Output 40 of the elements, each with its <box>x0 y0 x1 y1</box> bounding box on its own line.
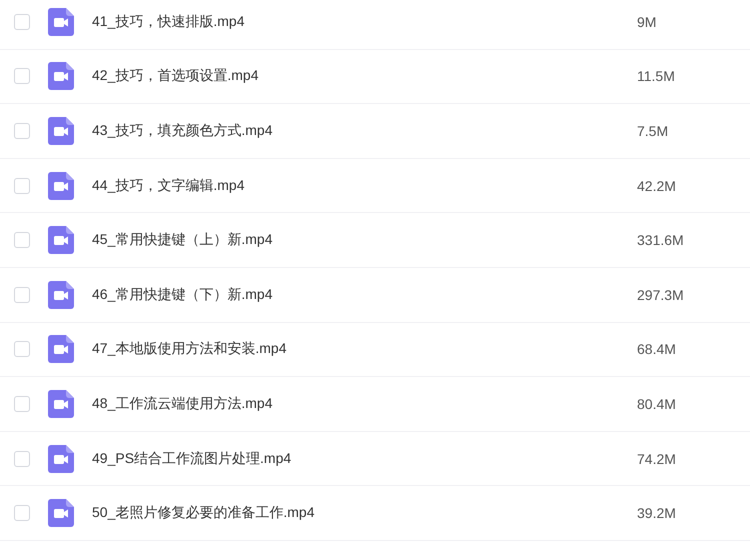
file-size: 331.6M <box>637 232 684 248</box>
file-size: 11.5M <box>637 68 675 84</box>
video-file-icon <box>48 226 74 254</box>
checkbox[interactable] <box>14 396 30 412</box>
file-size: 80.4M <box>637 396 676 412</box>
checkbox[interactable] <box>14 68 30 84</box>
file-name[interactable]: 43_技巧，填充颜色方式.mp4 <box>92 122 632 140</box>
file-size: 39.2M <box>637 505 676 522</box>
file-size: 9M <box>637 14 656 30</box>
file-name[interactable]: 48_工作流云端使用方法.mp4 <box>92 394 632 413</box>
video-file-icon <box>48 280 74 309</box>
video-file-icon <box>48 172 74 200</box>
video-file-icon <box>48 499 74 528</box>
file-size: 42.2M <box>637 178 676 194</box>
file-size: 7.5M <box>637 122 668 139</box>
video-file-icon <box>48 62 74 90</box>
checkbox[interactable] <box>14 286 30 303</box>
checkbox[interactable] <box>14 14 30 30</box>
checkbox[interactable] <box>14 122 30 139</box>
file-size: 68.4M <box>637 341 676 358</box>
checkbox[interactable] <box>14 341 30 358</box>
file-name[interactable]: 49_PS结合工作流图片处理.mp4 <box>92 450 632 468</box>
checkbox[interactable] <box>14 450 30 467</box>
video-file-icon <box>48 335 74 364</box>
file-size: 297.3M <box>637 286 684 303</box>
file-name[interactable]: 44_技巧，文字编辑.mp4 <box>92 176 632 195</box>
checkbox[interactable] <box>14 505 30 522</box>
checkbox[interactable] <box>14 232 30 248</box>
file-name[interactable]: 46_常用快捷键（下）新.mp4 <box>92 286 632 304</box>
file-name[interactable]: 45_常用快捷键（上）新.mp4 <box>92 231 632 250</box>
file-name[interactable]: 50_老照片修复必要的准备工作.mp4 <box>92 504 632 522</box>
file-name[interactable]: 47_本地版使用方法和安装.mp4 <box>92 340 632 358</box>
video-file-icon <box>48 116 74 145</box>
video-file-icon <box>48 390 74 418</box>
file-size: 74.2M <box>637 450 676 467</box>
checkbox[interactable] <box>14 178 30 194</box>
video-file-icon <box>48 8 74 36</box>
file-name[interactable]: 41_技巧，快速排版.mp4 <box>92 12 632 31</box>
file-name[interactable]: 42_技巧，首选项设置.mp4 <box>92 67 632 86</box>
video-file-icon <box>48 444 74 473</box>
